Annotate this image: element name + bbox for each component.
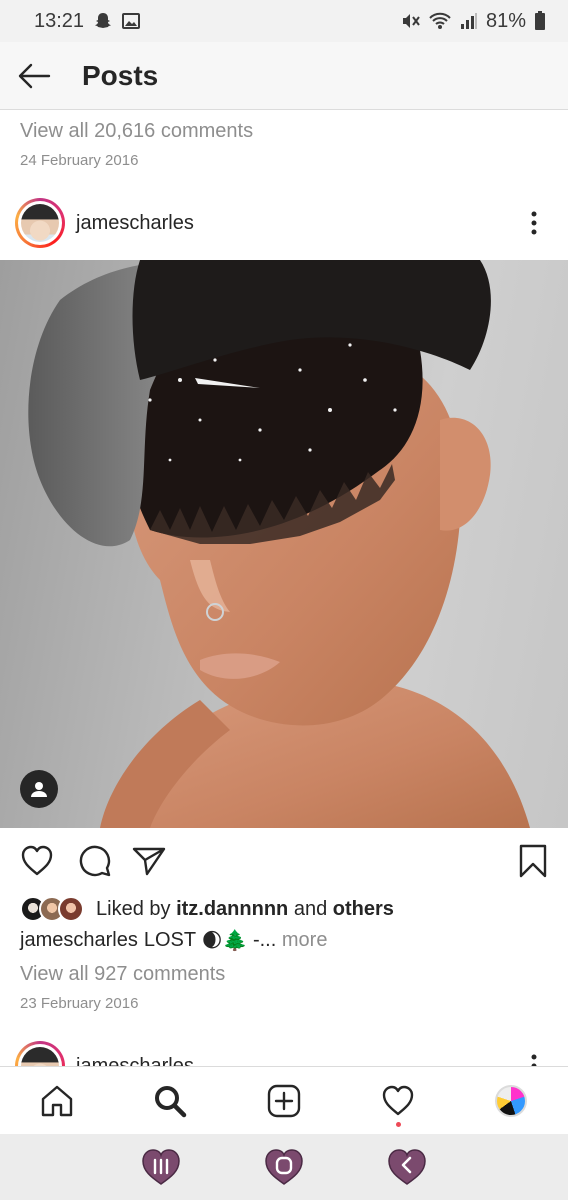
home-icon (41, 1085, 72, 1116)
story-avatar[interactable] (15, 1041, 65, 1066)
more-options-button[interactable] (522, 203, 546, 243)
system-nav-bar (0, 1134, 568, 1200)
new-post-icon (267, 1084, 301, 1117)
nav-new-post[interactable] (244, 1067, 324, 1135)
story-avatar[interactable] (15, 198, 65, 248)
post-username[interactable]: jamescharles (76, 1055, 194, 1067)
avatar (21, 1047, 59, 1066)
nav-profile[interactable] (471, 1067, 551, 1135)
caption-suffix: -... (252, 929, 277, 951)
comment-icon (79, 845, 111, 877)
app-header: Posts (0, 42, 568, 110)
battery-icon (534, 11, 546, 31)
back-button[interactable] (2, 42, 66, 110)
save-button[interactable] (518, 844, 548, 878)
liked-by[interactable]: Liked by itz.dannnnn and others (20, 894, 394, 924)
like-button[interactable] (20, 845, 54, 877)
liked-by-and: and (293, 897, 328, 920)
status-time: 13:21 (34, 9, 85, 32)
wifi-icon (428, 12, 452, 30)
avatar (21, 204, 59, 242)
bottom-nav (0, 1066, 568, 1134)
post-caption: jamescharles LOST 🌒🌲 -... more (20, 928, 327, 953)
nav-search[interactable] (130, 1067, 210, 1135)
search-icon (155, 1085, 187, 1117)
signal-icon (460, 12, 478, 30)
view-comments-link[interactable]: View all 20,616 comments (20, 120, 253, 143)
recents-icon (142, 1149, 181, 1185)
heart-icon (21, 845, 53, 876)
nav-activity[interactable] (358, 1067, 438, 1135)
post-image[interactable] (0, 260, 568, 828)
caption-text: LOST (143, 929, 197, 951)
post-header: jamescharles (0, 1031, 568, 1066)
mute-icon (400, 12, 420, 30)
tagged-users-button[interactable] (20, 770, 58, 808)
notification-dot (395, 1121, 401, 1127)
liked-by-others[interactable]: others (333, 898, 394, 921)
post-date: 24 February 2016 (20, 152, 139, 169)
battery-percent: 81% (485, 9, 526, 32)
avatar (58, 896, 84, 922)
post-photo (28, 260, 530, 828)
liked-by-prefix: Liked by (96, 897, 171, 920)
recent-apps-button[interactable] (139, 1145, 183, 1189)
send-icon (132, 847, 166, 876)
caption-username[interactable]: jamescharles (20, 929, 138, 952)
user-icon (31, 782, 47, 797)
nav-home[interactable] (17, 1067, 97, 1135)
page-title: Posts (82, 59, 159, 91)
post-header: jamescharles (0, 188, 568, 258)
snapchat-icon (94, 12, 112, 30)
liker-avatars (20, 896, 84, 922)
activity-icon (382, 1085, 413, 1115)
image-icon (122, 12, 141, 30)
liked-by-user[interactable]: itz.dannnnn (176, 898, 288, 921)
chevron-left-icon (387, 1149, 426, 1185)
more-options-button[interactable] (522, 1046, 546, 1066)
post-actions (0, 828, 568, 894)
share-button[interactable] (132, 845, 166, 877)
more-vertical-icon (531, 1054, 537, 1066)
posts-feed[interactable]: View all 20,616 comments 24 February 201… (0, 110, 568, 1066)
caption-emoji: 🌒🌲 (201, 930, 248, 952)
home-circle-icon (265, 1149, 303, 1185)
post-date: 23 February 2016 (20, 995, 139, 1012)
view-comments-link[interactable]: View all 927 comments (20, 963, 225, 986)
back-system-button[interactable] (385, 1145, 429, 1189)
more-vertical-icon (531, 211, 537, 235)
status-bar: 13:21 81% (0, 0, 568, 42)
caption-more-link[interactable]: more (282, 929, 328, 952)
post-username[interactable]: jamescharles (76, 212, 194, 235)
bookmark-icon (519, 844, 547, 878)
arrow-left-icon (18, 63, 51, 88)
profile-avatar (495, 1084, 528, 1117)
comment-button[interactable] (78, 844, 112, 878)
home-system-button[interactable] (262, 1145, 306, 1189)
